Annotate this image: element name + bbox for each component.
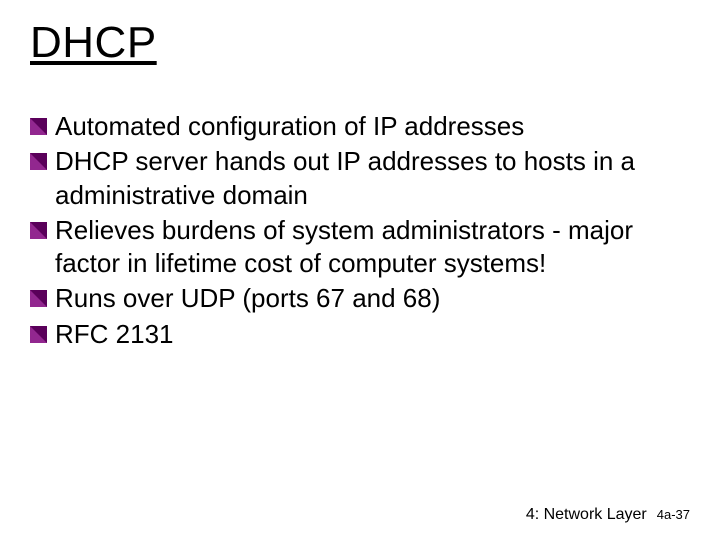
list-item-text: DHCP server hands out IP addresses to ho…	[55, 145, 692, 212]
bullet-icon	[30, 326, 47, 343]
slide-footer: 4: Network Layer 4a-37	[526, 506, 690, 524]
bullet-icon	[30, 290, 47, 307]
bullet-list: Automated configuration of IP addresses …	[30, 110, 692, 351]
list-item-text: RFC 2131	[55, 318, 692, 351]
bullet-icon	[30, 118, 47, 135]
bullet-icon	[30, 153, 47, 170]
list-item: Automated configuration of IP addresses	[30, 110, 692, 143]
list-item-text: Relieves burdens of system administrator…	[55, 214, 692, 281]
list-item-text: Runs over UDP (ports 67 and 68)	[55, 282, 692, 315]
footer-page-number: 4a-37	[657, 507, 690, 522]
list-item: RFC 2131	[30, 318, 692, 351]
slide-title: DHCP	[30, 18, 692, 68]
list-item: DHCP server hands out IP addresses to ho…	[30, 145, 692, 212]
list-item: Relieves burdens of system administrator…	[30, 214, 692, 281]
list-item: Runs over UDP (ports 67 and 68)	[30, 282, 692, 315]
slide: DHCP Automated configuration of IP addre…	[0, 0, 720, 540]
list-item-text: Automated configuration of IP addresses	[55, 110, 692, 143]
bullet-icon	[30, 222, 47, 239]
footer-chapter: 4: Network Layer	[526, 506, 647, 524]
